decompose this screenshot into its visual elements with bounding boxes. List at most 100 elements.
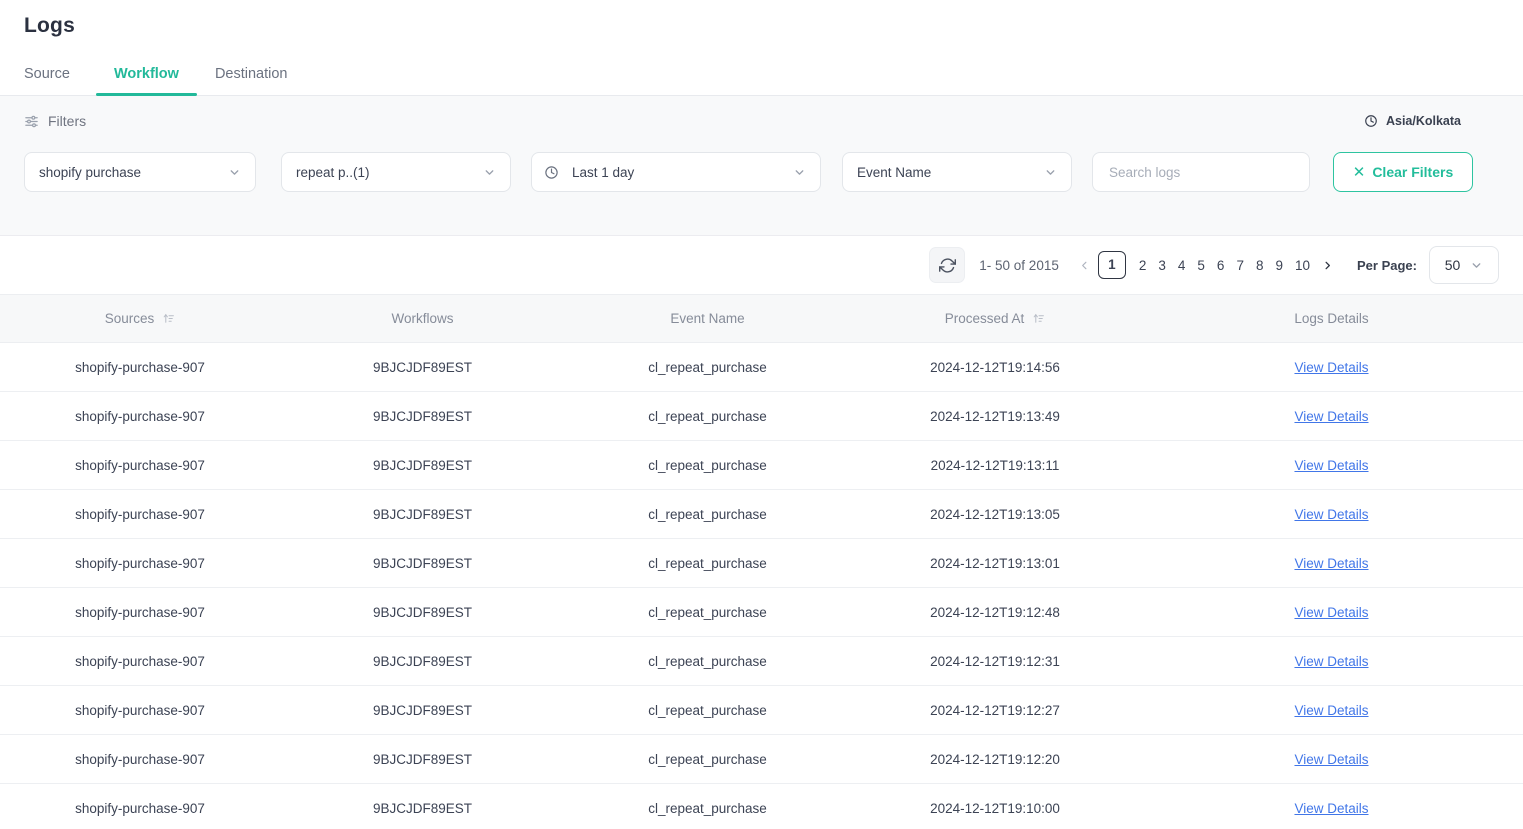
clock-icon [1364, 114, 1378, 128]
column-header-event-name: Event Name [565, 294, 850, 343]
pagination-bar: 1- 50 of 2015 1 2 3 4 5 6 7 8 9 10 Per P… [0, 236, 1523, 294]
table-row: shopify-purchase-907 9BJCJDF89EST cl_repea… [0, 685, 1523, 735]
page-button-6[interactable]: 6 [1211, 258, 1231, 273]
source-filter-dropdown[interactable]: shopify purchase [24, 152, 256, 192]
next-page-button[interactable] [1316, 260, 1339, 271]
cell-logs-details: View Details [1140, 538, 1523, 588]
per-page-label: Per Page: [1357, 257, 1417, 273]
column-header-sources[interactable]: Sources [0, 294, 280, 343]
table-row: shopify-purchase-907 9BJCJDF89EST cl_repea… [0, 734, 1523, 784]
time-range-filter-value: Last 1 day [572, 164, 635, 180]
cell-processed-at: 2024-12-12T19:10:00 [850, 783, 1140, 821]
per-page-value: 50 [1444, 257, 1461, 273]
refresh-icon [938, 257, 956, 274]
cell-source: shopify-purchase-907 [0, 391, 280, 441]
column-label-sources: Sources [104, 311, 155, 326]
view-details-link[interactable]: View Details [1294, 752, 1368, 767]
cell-source: shopify-purchase-907 [0, 685, 280, 735]
cell-processed-at: 2024-12-12T19:12:27 [850, 685, 1140, 735]
cell-workflow: 9BJCJDF89EST [280, 734, 565, 784]
cell-processed-at: 2024-12-12T19:12:31 [850, 636, 1140, 686]
cell-workflow: 9BJCJDF89EST [280, 636, 565, 686]
chevron-down-icon [793, 166, 806, 179]
cell-processed-at: 2024-12-12T19:13:11 [850, 440, 1140, 490]
cell-workflow: 9BJCJDF89EST [280, 489, 565, 539]
column-header-processed-at[interactable]: Processed At [850, 294, 1140, 343]
view-details-link[interactable]: View Details [1294, 703, 1368, 718]
page-button-10[interactable]: 10 [1289, 258, 1316, 273]
page-button-5[interactable]: 5 [1191, 258, 1211, 273]
table-row: shopify-purchase-907 9BJCJDF89EST cl_repea… [0, 636, 1523, 686]
cell-processed-at: 2024-12-12T19:13:01 [850, 538, 1140, 588]
cell-logs-details: View Details [1140, 783, 1523, 821]
column-label-logs-details: Logs Details [1294, 311, 1369, 326]
cell-logs-details: View Details [1140, 587, 1523, 637]
view-details-link[interactable]: View Details [1294, 654, 1368, 669]
table-row: shopify-purchase-907 9BJCJDF89EST cl_repea… [0, 440, 1523, 490]
cell-source: shopify-purchase-907 [0, 587, 280, 637]
search-input[interactable] [1107, 163, 1295, 181]
sort-icon[interactable] [1032, 312, 1045, 325]
cell-source: shopify-purchase-907 [0, 734, 280, 784]
page-title: Logs [24, 14, 75, 37]
filters-header: Filters Asia/Kolkata [24, 110, 1499, 132]
clear-filters-button[interactable]: ✕ Clear Filters [1333, 152, 1473, 192]
tab-source[interactable]: Source [24, 65, 96, 95]
table-row: shopify-purchase-907 9BJCJDF89EST cl_repea… [0, 391, 1523, 441]
cell-event-name: cl_repeat_purchase [565, 783, 850, 821]
per-page-select[interactable]: 50 [1429, 246, 1499, 284]
cell-processed-at: 2024-12-12T19:12:20 [850, 734, 1140, 784]
cell-workflow: 9BJCJDF89EST [280, 587, 565, 637]
table-row: shopify-purchase-907 9BJCJDF89EST cl_repea… [0, 342, 1523, 392]
prev-page-button[interactable] [1073, 260, 1096, 271]
page-button-9[interactable]: 9 [1269, 258, 1289, 273]
logs-table-header: Sources Workflows Event Name Processed A… [0, 294, 1523, 343]
cell-event-name: cl_repeat_purchase [565, 636, 850, 686]
filters-row: shopify purchase repeat p..(1) Last 1 da… [24, 152, 1499, 192]
view-details-link[interactable]: View Details [1294, 605, 1368, 620]
close-x-icon: ✕ [1352, 163, 1366, 181]
column-label-processed-at: Processed At [944, 311, 1025, 326]
cell-source: shopify-purchase-907 [0, 440, 280, 490]
view-details-link[interactable]: View Details [1294, 458, 1368, 473]
cell-workflow: 9BJCJDF89EST [280, 538, 565, 588]
page-button-8[interactable]: 8 [1250, 258, 1270, 273]
logs-table-container: Sources Workflows Event Name Processed A… [0, 294, 1523, 821]
page-button-1[interactable]: 1 [1097, 251, 1126, 279]
timezone-label: Asia/Kolkata [1385, 114, 1461, 128]
view-details-link[interactable]: View Details [1294, 409, 1368, 424]
page-number-list: 1 2 3 4 5 6 7 8 9 10 [1096, 251, 1316, 279]
column-label-event-name: Event Name [670, 311, 745, 326]
cell-workflow: 9BJCJDF89EST [280, 391, 565, 441]
cell-logs-details: View Details [1140, 440, 1523, 490]
view-details-link[interactable]: View Details [1294, 556, 1368, 571]
tab-workflow[interactable]: Workflow [95, 65, 197, 96]
view-details-link[interactable]: View Details [1294, 507, 1368, 522]
workflow-filter-value: repeat p..(1) [296, 164, 370, 180]
table-row: shopify-purchase-907 9BJCJDF89EST cl_repea… [0, 489, 1523, 539]
cell-source: shopify-purchase-907 [0, 783, 280, 821]
tab-bar: Source Workflow Destination [0, 52, 1523, 96]
cell-source: shopify-purchase-907 [0, 342, 280, 392]
time-range-filter-dropdown[interactable]: Last 1 day [531, 152, 821, 192]
workflow-filter-dropdown[interactable]: repeat p..(1) [281, 152, 511, 192]
refresh-button[interactable] [929, 247, 966, 283]
page-button-4[interactable]: 4 [1172, 258, 1192, 273]
page-button-2[interactable]: 2 [1133, 258, 1153, 273]
table-header-row: Sources Workflows Event Name Processed A… [0, 294, 1523, 343]
page-button-7[interactable]: 7 [1230, 258, 1250, 273]
view-details-link[interactable]: View Details [1294, 360, 1368, 375]
table-row: shopify-purchase-907 9BJCJDF89EST cl_repea… [0, 587, 1523, 637]
page-button-3[interactable]: 3 [1152, 258, 1172, 273]
view-details-link[interactable]: View Details [1294, 801, 1368, 816]
tab-destination[interactable]: Destination [197, 65, 306, 95]
cell-logs-details: View Details [1140, 734, 1523, 784]
cell-workflow: 9BJCJDF89EST [280, 783, 565, 821]
sort-icon[interactable] [162, 312, 175, 325]
clock-icon [544, 165, 559, 180]
event-name-filter-dropdown[interactable]: Event Name [842, 152, 1072, 192]
cell-processed-at: 2024-12-12T19:13:49 [850, 391, 1140, 441]
search-input-wrapper[interactable] [1092, 152, 1310, 192]
cell-processed-at: 2024-12-12T19:13:05 [850, 489, 1140, 539]
logs-table-body: shopify-purchase-907 9BJCJDF89EST cl_repea… [0, 342, 1523, 821]
